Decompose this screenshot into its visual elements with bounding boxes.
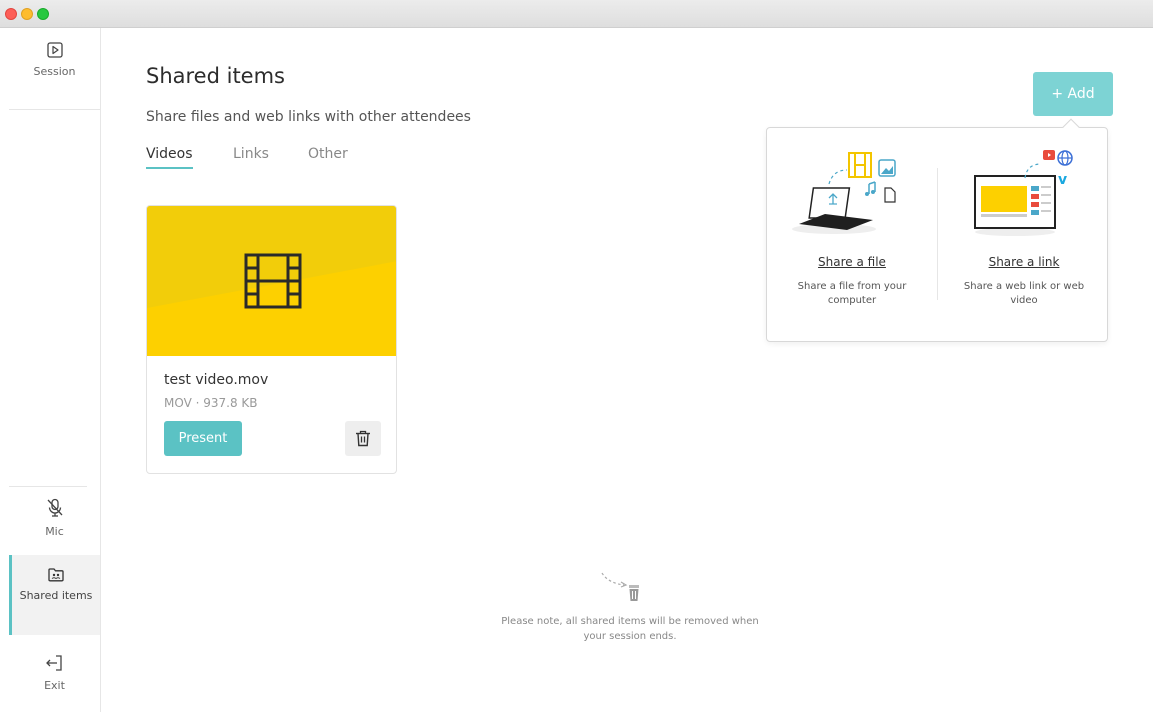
- item-file-meta: MOV · 937.8 KB: [164, 396, 258, 410]
- sidebar: Session Mic Shared items Exit: [0, 28, 101, 712]
- share-link-title[interactable]: Share a link: [939, 255, 1109, 269]
- sidebar-item-label: Exit: [44, 679, 65, 692]
- share-file-illustration: [789, 148, 919, 242]
- sidebar-item-label: Mic: [45, 525, 64, 538]
- sidebar-item-label: Session: [33, 65, 76, 78]
- exit-icon: [9, 654, 100, 675]
- item-file-name: test video.mov: [164, 372, 269, 388]
- share-link-illustration: v: [965, 148, 1095, 242]
- trash-notice-icon: [599, 570, 643, 608]
- window-minimize-button[interactable]: [21, 8, 33, 20]
- session-notice: Please note, all shared items will be re…: [501, 616, 759, 642]
- sidebar-item-exit[interactable]: Exit: [9, 654, 100, 712]
- present-button[interactable]: Present: [164, 421, 242, 456]
- video-thumbnail[interactable]: [147, 206, 396, 356]
- share-file-title[interactable]: Share a file: [767, 255, 937, 269]
- share-link-option[interactable]: v Share a link Share a web link or web v…: [939, 128, 1109, 343]
- add-popover: Share a file Share a file from your comp…: [766, 118, 1109, 343]
- page-title: Shared items: [146, 64, 285, 88]
- delete-button[interactable]: [345, 421, 381, 456]
- sidebar-item-shared-items[interactable]: Shared items: [9, 555, 100, 635]
- tab-links[interactable]: Links: [233, 146, 269, 167]
- share-file-description: Share a file from your computer: [797, 281, 907, 306]
- shared-item-card[interactable]: test video.mov MOV · 937.8 KB Present: [146, 205, 397, 474]
- tab-other[interactable]: Other: [308, 146, 348, 167]
- play-square-icon: [9, 42, 100, 61]
- shared-folder-icon: [12, 567, 100, 585]
- share-link-description: Share a web link or web video: [963, 281, 1085, 306]
- page-subtitle: Share files and web links with other att…: [146, 109, 471, 125]
- add-button[interactable]: + Add: [1033, 72, 1113, 116]
- window-maximize-button[interactable]: [37, 8, 49, 20]
- mic-off-icon: [9, 498, 100, 521]
- svg-text:v: v: [1058, 172, 1067, 188]
- tab-videos[interactable]: Videos: [146, 146, 193, 169]
- window-titlebar: [0, 0, 1153, 28]
- trash-icon: [356, 430, 370, 447]
- film-icon: [244, 253, 302, 313]
- sidebar-divider: [9, 109, 100, 110]
- window-close-button[interactable]: [5, 8, 17, 20]
- sidebar-divider: [9, 486, 87, 487]
- popover-divider: [937, 168, 938, 300]
- sidebar-item-session[interactable]: Session: [9, 42, 100, 108]
- sidebar-item-label: Shared items: [19, 589, 93, 602]
- share-file-option[interactable]: Share a file Share a file from your comp…: [767, 128, 937, 343]
